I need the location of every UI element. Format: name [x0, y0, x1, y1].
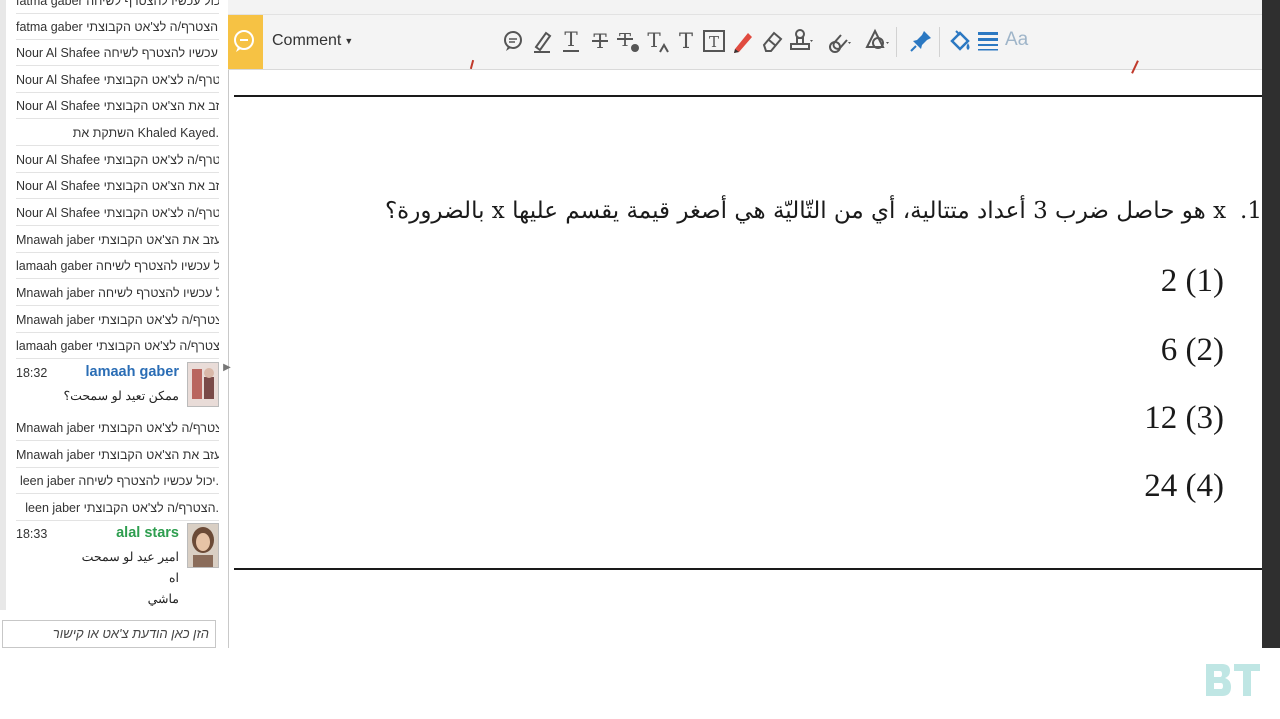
chat-user-message: 18:33 alal stars امير عيد لو سمحت اه ماش…: [16, 523, 219, 613]
message-sender[interactable]: lamaah gaber: [86, 364, 180, 380]
answer-option: 6 (2): [1161, 332, 1224, 369]
chat-system-message: lamaah gaber הצטרף/ה לצ'אט הקבוצתי.: [16, 333, 219, 359]
option-value: 2: [1160, 263, 1178, 299]
caret-down-icon: ▼: [344, 35, 354, 46]
chat-system-message: Mnawah jaber יכול עכשיו להצטרף לשיחה.: [16, 280, 219, 306]
speech-bubble-icon[interactable]: [499, 27, 527, 55]
message-text: ممكن تعيد لو سمحت؟: [63, 389, 179, 403]
option-value: 6: [1160, 332, 1178, 368]
option-number: (2): [1185, 332, 1224, 368]
chat-system-message: leen jaber הצטרף/ה לצ'אט הקבוצתי.: [16, 495, 219, 521]
question-number: 1.: [1240, 198, 1262, 224]
font-style-button[interactable]: Aa: [1005, 29, 1028, 51]
chat-system-message: Nour Al Shafee יכול עכשיו להצטרף לשיחה.: [16, 40, 219, 66]
comment-toolbar: Comment ▼ T T T T T T Aa: [228, 15, 1262, 70]
pencil-icon[interactable]: [729, 27, 757, 55]
answer-option: 2 (1): [1161, 263, 1224, 300]
message-time: 18:33: [16, 527, 48, 541]
comment-menu-label: Comment: [272, 32, 342, 49]
chat-message-input[interactable]: הזן כאן הודעת צ'אט או קישור: [2, 620, 216, 648]
chat-system-message: leen jaber יכול עכשיו להצטרף לשיחה.: [16, 468, 219, 494]
toolbar-divider: [939, 27, 940, 57]
svg-text:T: T: [679, 29, 693, 53]
option-number: (1): [1185, 263, 1224, 299]
fill-bucket-icon[interactable]: [946, 27, 974, 55]
option-value: 12: [1144, 400, 1178, 436]
underline-text-icon[interactable]: T: [557, 27, 585, 55]
panel-collapse-arrow-icon[interactable]: ▶: [222, 358, 232, 378]
avatar[interactable]: [187, 362, 219, 407]
chat-system-message: Mnawah jaber עזב את הצ'אט הקבוצתי.: [16, 227, 219, 253]
answer-option: 24 (4): [1144, 468, 1224, 505]
svg-text:T: T: [619, 30, 631, 51]
svg-text:T: T: [709, 33, 719, 51]
eraser-icon[interactable]: [758, 27, 786, 55]
chat-system-message: Nour Al Shafee הצטרף/ה לצ'אט הקבוצתי.: [16, 147, 219, 173]
chat-user-message: 18:32 lamaah gaber ممكن تعيد لو سمحت؟: [16, 362, 219, 412]
option-value: 24: [1144, 468, 1178, 504]
question-text: x هو حاصل ضرب 3 أعداد متتالية، أي من الت…: [384, 198, 1227, 224]
chat-system-message: lamaah gaber יכול עכשיו להצטרף לשיחה.: [16, 253, 219, 279]
window-edge: [1262, 0, 1280, 648]
chat-panel: fatma gaber יכול עכשיו להצטרף לשיחה. fat…: [0, 0, 229, 648]
top-menu-strip: [228, 0, 1262, 15]
text-box-icon[interactable]: T: [700, 27, 728, 55]
option-number: (4): [1185, 468, 1224, 504]
message-text: امير عيد لو سمحت اه ماشي: [81, 550, 179, 606]
chat-system-message: fatma gaber הצטרף/ה לצ'אט הקבוצתי.: [16, 14, 219, 40]
shapes-icon[interactable]: [863, 27, 891, 55]
chat-system-message: Mnawah jaber עזב את הצ'אט הקבוצתי.: [16, 442, 219, 468]
avatar[interactable]: [187, 523, 219, 568]
chat-scrollbar[interactable]: [0, 0, 6, 610]
chat-system-message: Nour Al Shafee הצטרף/ה לצ'אט הקבוצתי.: [16, 67, 219, 93]
toolbar-divider: [896, 27, 897, 57]
document-page: 1. x هو حاصل ضرب 3 أعداد متتالية، أي من ا…: [234, 59, 1262, 648]
highlight-pen-icon[interactable]: [528, 27, 556, 55]
comment-panel-icon[interactable]: [228, 15, 263, 69]
chat-system-message: Mnawah jaber הצטרף/ה לצ'אט הקבוצתי.: [16, 307, 219, 333]
divider-line: [234, 95, 1262, 97]
answer-option: 12 (3): [1144, 400, 1224, 437]
chat-system-message: Nour Al Shafee עזב את הצ'אט הקבוצתי.: [16, 93, 219, 119]
logo-watermark-icon: [1204, 660, 1262, 704]
chat-system-message: Nour Al Shafee עזב את הצ'אט הקבוצתי.: [16, 173, 219, 199]
question: 1. x هو حاصل ضرب 3 أعداد متتالية، أي من ا…: [242, 198, 1262, 224]
chat-system-message: השתקת את Khaled Kayed.: [16, 120, 219, 146]
chat-system-message: Nour Al Shafee הצטרף/ה לצ'אט הקבוצתי.: [16, 200, 219, 226]
svg-text:T: T: [564, 27, 578, 51]
chat-system-message: fatma gaber יכול עכשיו להצטרף לשיחה.: [16, 0, 219, 14]
bottom-blank-area: [0, 648, 1280, 719]
stamp-icon[interactable]: [787, 27, 815, 55]
message-time: 18:32: [16, 366, 48, 380]
message-sender[interactable]: alal stars: [116, 525, 179, 541]
strikethrough-text-icon[interactable]: T: [586, 27, 614, 55]
attach-file-icon[interactable]: [825, 27, 853, 55]
divider-line: [234, 568, 1262, 570]
insert-text-icon[interactable]: T: [643, 27, 671, 55]
option-number: (3): [1185, 400, 1224, 436]
replace-text-icon[interactable]: T: [614, 27, 642, 55]
chat-system-message: Mnawah jaber הצטרף/ה לצ'אט הקבוצתי.: [16, 415, 219, 441]
pin-icon[interactable]: [907, 27, 935, 55]
svg-text:T: T: [647, 28, 661, 52]
comment-menu-button[interactable]: Comment ▼: [272, 32, 353, 50]
lines-icon[interactable]: [974, 27, 1002, 55]
text-icon[interactable]: T: [672, 27, 700, 55]
